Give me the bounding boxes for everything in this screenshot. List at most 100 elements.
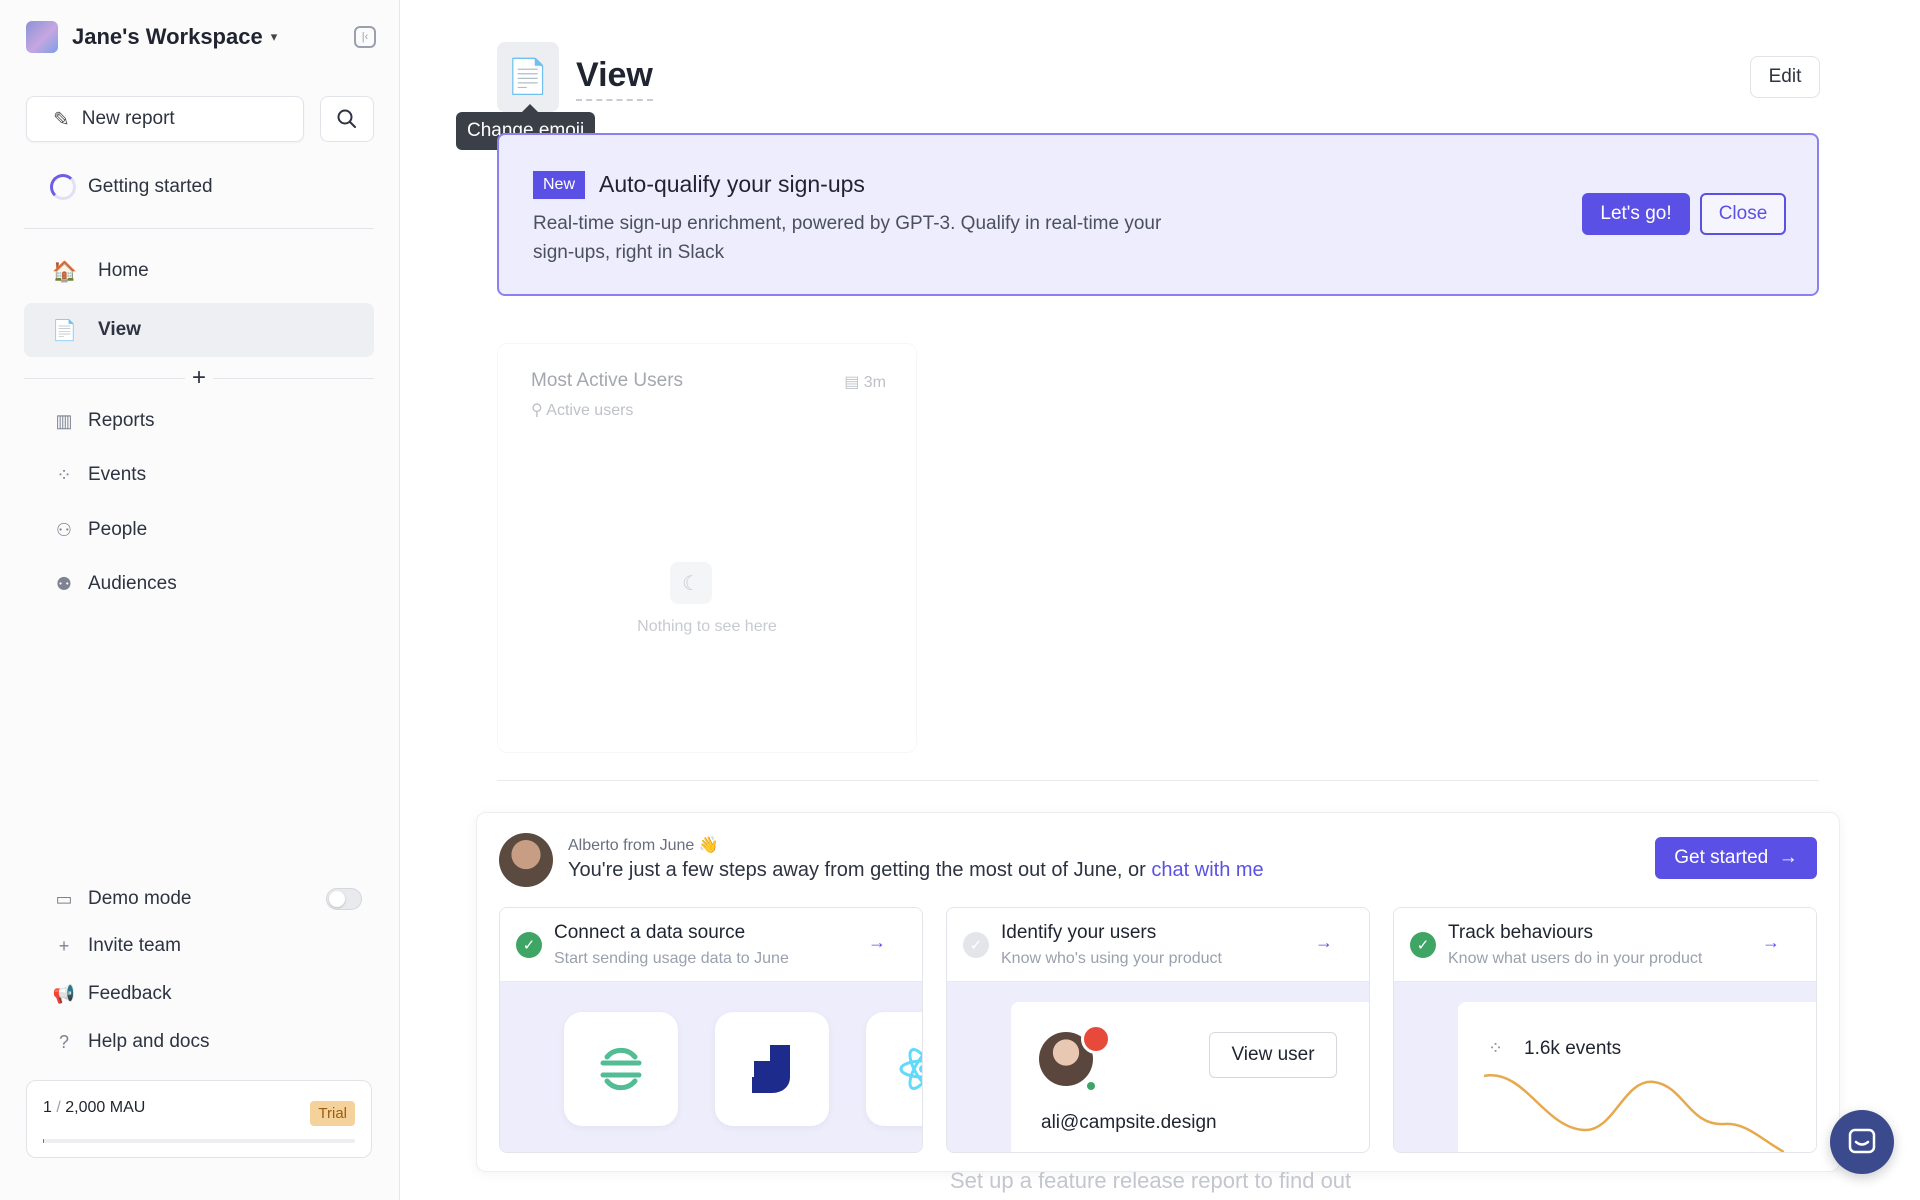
new-report-label: New report — [81, 108, 175, 129]
step-track-behaviours[interactable]: ✓ Track behaviours Know what users do in… — [1393, 907, 1817, 1153]
demo-mode-item[interactable]: ▭ Demo mode — [52, 884, 192, 914]
getting-started-label: Getting started — [88, 176, 213, 197]
document-icon: 📄 — [52, 319, 77, 342]
plus-icon: + — [58, 935, 70, 956]
reports-icon: ▥ — [55, 410, 73, 431]
online-status-icon — [1085, 1080, 1097, 1092]
get-started-button[interactable]: Get started → — [1655, 837, 1817, 879]
sidebar-divider — [24, 228, 374, 229]
report-card[interactable]: Most Active Users ▤ 3m ⚲ Active users ☾ … — [497, 343, 917, 753]
user-email: ali@campsite.design — [1041, 1112, 1217, 1133]
sidebar-item-label: View — [98, 319, 141, 340]
close-banner-button[interactable]: Close — [1700, 193, 1786, 235]
getting-started-link[interactable]: Getting started — [50, 174, 213, 200]
browser-icon: ▭ — [55, 888, 73, 909]
demo-mode-label: Demo mode — [88, 888, 192, 909]
progress-ring-icon — [50, 174, 76, 200]
feedback-label: Feedback — [88, 983, 172, 1004]
arrow-right-icon: → — [1315, 932, 1333, 952]
sidebar-item-label: Events — [88, 464, 147, 485]
edit-button[interactable]: Edit — [1750, 56, 1820, 98]
sidebar-item-reports[interactable]: ▥ Reports — [52, 406, 155, 436]
report-card-time: ▤ 3m — [844, 374, 886, 391]
user-icon: ⚲ — [531, 402, 543, 419]
step-subtitle: Start sending usage data to June — [554, 950, 789, 967]
step-subtitle: Know what users do in your product — [1448, 950, 1703, 967]
onboarding-message: You're just a few steps away from gettin… — [568, 859, 1264, 881]
report-card-subtitle: ⚲ Active users — [531, 402, 634, 419]
events-trend-line — [1484, 1074, 1784, 1152]
edit-icon: ✎ — [53, 108, 70, 131]
calendar-icon: ▤ — [844, 374, 860, 391]
add-pinned-button[interactable]: + — [185, 366, 213, 390]
user-preview-panel: View user ali@campsite.design — [1011, 1002, 1369, 1152]
announcement-banner: New Auto-qualify your sign-ups Real-time… — [497, 133, 1819, 296]
moon-icon: ☾ — [670, 562, 712, 604]
empty-state-text: Nothing to see here — [637, 618, 777, 635]
step-title: Identify your users — [1001, 922, 1157, 943]
workspace-name: Jane's Workspace — [72, 24, 263, 49]
new-report-button[interactable]: ✎ New report — [26, 96, 304, 142]
trial-badge: Trial — [310, 1101, 355, 1126]
search-button[interactable] — [320, 96, 374, 142]
help-docs-item[interactable]: ? Help and docs — [52, 1027, 209, 1057]
demo-mode-toggle[interactable] — [326, 888, 362, 910]
arrow-right-icon: → — [1762, 932, 1780, 952]
onboarding-panel: Alberto from June 👋 You're just a few st… — [476, 812, 1840, 1172]
avatar — [499, 833, 553, 887]
chevron-down-icon: ▾ — [270, 29, 278, 44]
sidebar: Jane's Workspace ▾ |‹ ✎ New report Getti… — [0, 0, 400, 1200]
step-identify-users[interactable]: ✓ Identify your users Know who's using y… — [946, 907, 1370, 1153]
main-divider — [497, 780, 1819, 781]
footer-hint: Set up a feature release report to find … — [950, 1168, 1352, 1193]
arrow-right-icon: → — [1778, 847, 1798, 868]
rudderstack-logo — [715, 1012, 829, 1126]
mau-progress-fill — [43, 1139, 44, 1143]
megaphone-icon: 📢 — [52, 983, 76, 1004]
sidebar-item-label: Reports — [88, 410, 155, 431]
events-count: 1.6k events — [1524, 1038, 1622, 1059]
check-icon: ✓ — [963, 932, 989, 958]
sidebar-item-label: People — [88, 519, 148, 540]
view-user-button[interactable]: View user — [1209, 1032, 1337, 1078]
help-docs-label: Help and docs — [88, 1031, 210, 1052]
sidebar-item-events[interactable]: ⁘ Events — [52, 460, 146, 490]
lets-go-button[interactable]: Let's go! — [1582, 193, 1690, 235]
help-icon: ? — [58, 1031, 69, 1052]
search-icon — [337, 109, 356, 128]
sidebar-item-home[interactable]: 🏠 Home — [24, 244, 374, 298]
events-icon: ⁘ — [56, 464, 72, 485]
page-title[interactable]: View — [576, 56, 653, 101]
react-logo — [866, 1012, 922, 1126]
invite-team-item[interactable]: + Invite team — [52, 931, 181, 961]
sidebar-item-people[interactable]: ⚇ People — [52, 515, 147, 545]
chat-with-me-link[interactable]: chat with me — [1151, 859, 1263, 881]
invite-team-label: Invite team — [88, 935, 181, 956]
segment-icon — [600, 1047, 642, 1091]
chat-icon — [1848, 1128, 1876, 1154]
check-icon: ✓ — [516, 932, 542, 958]
onboarding-sender: Alberto from June 👋 — [568, 837, 719, 854]
workspace-switcher[interactable]: Jane's Workspace ▾ |‹ — [26, 20, 376, 54]
sidebar-item-audiences[interactable]: ⚉ Audiences — [52, 569, 177, 599]
step-connect-data-source[interactable]: ✓ Connect a data source Start sending us… — [499, 907, 923, 1153]
react-icon — [899, 1048, 922, 1090]
document-icon: 📄 — [506, 58, 550, 96]
sidebar-item-view[interactable]: 📄 View — [24, 303, 374, 357]
company-logo-icon — [1081, 1024, 1111, 1054]
add-pinned-separator: + — [24, 366, 374, 390]
mau-usage-card[interactable]: 1 / 2,000 MAU Trial — [26, 1080, 372, 1158]
sidebar-item-label: Audiences — [88, 573, 177, 594]
page-emoji-button[interactable]: 📄 — [497, 42, 559, 112]
step-subtitle: Know who's using your product — [1001, 950, 1222, 967]
report-card-title: Most Active Users — [531, 370, 684, 391]
mau-usage-text: 1 / 2,000 MAU — [43, 1099, 146, 1116]
collapse-sidebar-icon[interactable]: |‹ — [354, 26, 376, 48]
people-icon: ⚇ — [55, 519, 73, 540]
feedback-item[interactable]: 📢 Feedback — [52, 979, 172, 1009]
audiences-icon: ⚉ — [55, 573, 73, 594]
sidebar-item-label: Home — [98, 260, 149, 281]
check-icon: ✓ — [1410, 932, 1436, 958]
chat-launcher-button[interactable] — [1830, 1110, 1894, 1174]
banner-title: Auto-qualify your sign-ups — [599, 171, 865, 197]
